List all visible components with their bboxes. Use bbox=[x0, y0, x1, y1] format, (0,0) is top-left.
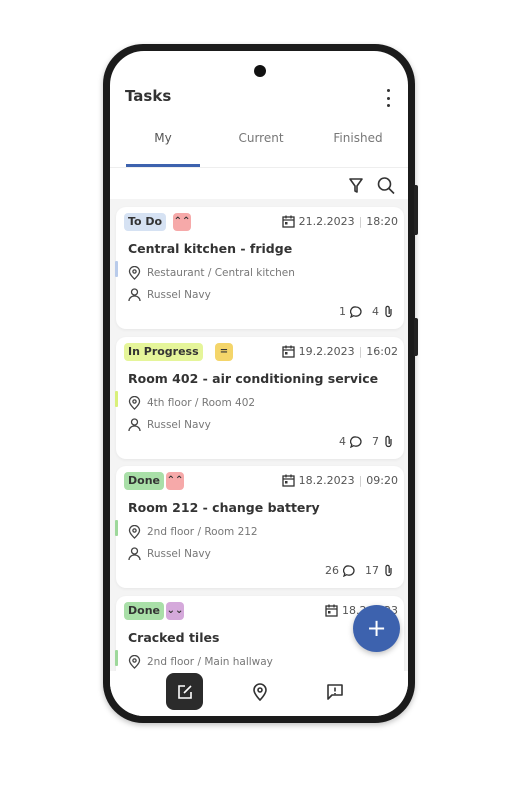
tab-my[interactable]: My bbox=[114, 131, 212, 145]
date-text: 21.2.2023 bbox=[298, 215, 355, 228]
comment-count: 4 bbox=[339, 435, 346, 448]
filter-icon[interactable] bbox=[348, 175, 364, 195]
location-icon bbox=[128, 266, 141, 280]
comment-count: 1 bbox=[339, 305, 346, 318]
calendar-icon bbox=[325, 604, 338, 617]
date-text: 18.2.2023 bbox=[298, 474, 355, 487]
status-indicator bbox=[115, 520, 118, 536]
attachment-icon bbox=[385, 564, 392, 577]
location-text: 2nd floor / Room 212 bbox=[147, 526, 258, 538]
task-title: Room 402 - air conditioning service bbox=[128, 371, 379, 386]
status-badge: Done bbox=[124, 472, 164, 490]
attachment-count: 7 bbox=[372, 435, 379, 448]
camera bbox=[254, 65, 266, 77]
task-location: Restaurant / Central kitchen bbox=[128, 266, 295, 280]
location-icon bbox=[128, 655, 141, 669]
task-counts: 26 17 bbox=[325, 564, 394, 577]
task-title: Room 212 - change battery bbox=[128, 500, 320, 515]
more-menu-icon[interactable] bbox=[382, 89, 394, 107]
tab-current[interactable]: Current bbox=[212, 131, 310, 145]
task-location: 2nd floor / Room 212 bbox=[128, 525, 258, 539]
assignee-text: Russel Navy bbox=[147, 548, 211, 560]
calendar-icon bbox=[281, 345, 295, 358]
nav-tasks-button[interactable] bbox=[166, 673, 203, 710]
task-list[interactable]: To Do ⌃⌃ 21.2.2023 | 18:20 Central kitchen… bbox=[110, 199, 408, 671]
task-assignee: Russel Navy bbox=[128, 547, 211, 561]
tab-finished[interactable]: Finished bbox=[309, 131, 407, 145]
task-assignee: Russel Navy bbox=[128, 288, 211, 302]
comment-icon bbox=[350, 305, 362, 318]
task-location: 2nd floor / Main hallway bbox=[128, 655, 273, 669]
edit-icon bbox=[177, 684, 192, 699]
task-date: 21.2.2023 | 18:20 bbox=[281, 215, 398, 228]
page-title: Tasks bbox=[125, 87, 172, 105]
user-icon bbox=[128, 418, 141, 432]
priority-low-icon: ⌄⌄ bbox=[166, 602, 184, 620]
screen: Tasks My Current Finished To Do ⌃⌃ 21.2.… bbox=[110, 51, 408, 716]
location-icon bbox=[128, 396, 141, 410]
time-text: 16:02 bbox=[366, 345, 398, 358]
task-date: 19.2.2023 | 16:02 bbox=[281, 345, 398, 358]
task-card[interactable]: Done ⌃⌃ 18.2.2023 | 09:20 Room 212 - chang… bbox=[115, 466, 404, 588]
task-title: Cracked tiles bbox=[128, 630, 220, 645]
power-button bbox=[414, 318, 418, 356]
attachment-icon bbox=[385, 305, 392, 318]
status-indicator bbox=[115, 261, 118, 277]
location-text: 2nd floor / Main hallway bbox=[147, 656, 273, 668]
assignee-text: Russel Navy bbox=[147, 419, 211, 431]
status-badge: In Progress bbox=[124, 343, 203, 361]
task-date: 18.2.2023 | 09:20 bbox=[281, 474, 398, 487]
status-badge: Done bbox=[124, 602, 164, 620]
task-counts: 14 bbox=[339, 305, 394, 318]
location-text: 4th floor / Room 402 bbox=[147, 397, 256, 409]
comment-icon bbox=[343, 564, 355, 577]
priority-high-icon: ⌃⌃ bbox=[166, 472, 184, 490]
status-indicator bbox=[115, 391, 118, 407]
task-assignee: Russel Navy bbox=[128, 418, 211, 432]
task-card[interactable]: To Do ⌃⌃ 21.2.2023 | 18:20 Central kitchen… bbox=[115, 207, 404, 329]
location-icon bbox=[128, 525, 141, 539]
date-text: 19.2.2023 bbox=[298, 345, 355, 358]
divider bbox=[110, 167, 408, 168]
priority-medium-icon: = bbox=[215, 343, 233, 361]
nav-locations-button[interactable] bbox=[241, 673, 278, 710]
status-badge: To Do bbox=[124, 213, 167, 231]
location-icon bbox=[252, 682, 267, 701]
search-icon[interactable] bbox=[376, 175, 396, 195]
add-task-button[interactable]: + bbox=[353, 605, 400, 652]
attachment-count: 4 bbox=[372, 305, 379, 318]
user-icon bbox=[128, 547, 141, 561]
location-text: Restaurant / Central kitchen bbox=[147, 267, 295, 279]
time-text: 09:20 bbox=[366, 474, 398, 487]
task-location: 4th floor / Room 402 bbox=[128, 396, 255, 410]
calendar-icon bbox=[281, 215, 295, 228]
attachment-icon bbox=[385, 435, 392, 448]
time-text: 18:20 bbox=[366, 215, 398, 228]
status-indicator bbox=[115, 650, 118, 666]
report-icon bbox=[326, 683, 343, 700]
user-icon bbox=[128, 288, 141, 302]
assignee-text: Russel Navy bbox=[147, 289, 211, 301]
attachment-count: 17 bbox=[365, 564, 379, 577]
comment-icon bbox=[350, 435, 362, 448]
priority-high-icon: ⌃⌃ bbox=[173, 213, 191, 231]
task-counts: 47 bbox=[339, 435, 394, 448]
volume-button bbox=[414, 185, 418, 235]
nav-reports-button[interactable] bbox=[316, 673, 353, 710]
calendar-icon bbox=[281, 474, 295, 487]
bottom-nav bbox=[110, 671, 408, 716]
comment-count: 26 bbox=[325, 564, 339, 577]
task-title: Central kitchen - fridge bbox=[128, 241, 293, 256]
task-card[interactable]: In Progress = 19.2.2023 | 16:02 Room 402 -… bbox=[115, 337, 404, 459]
